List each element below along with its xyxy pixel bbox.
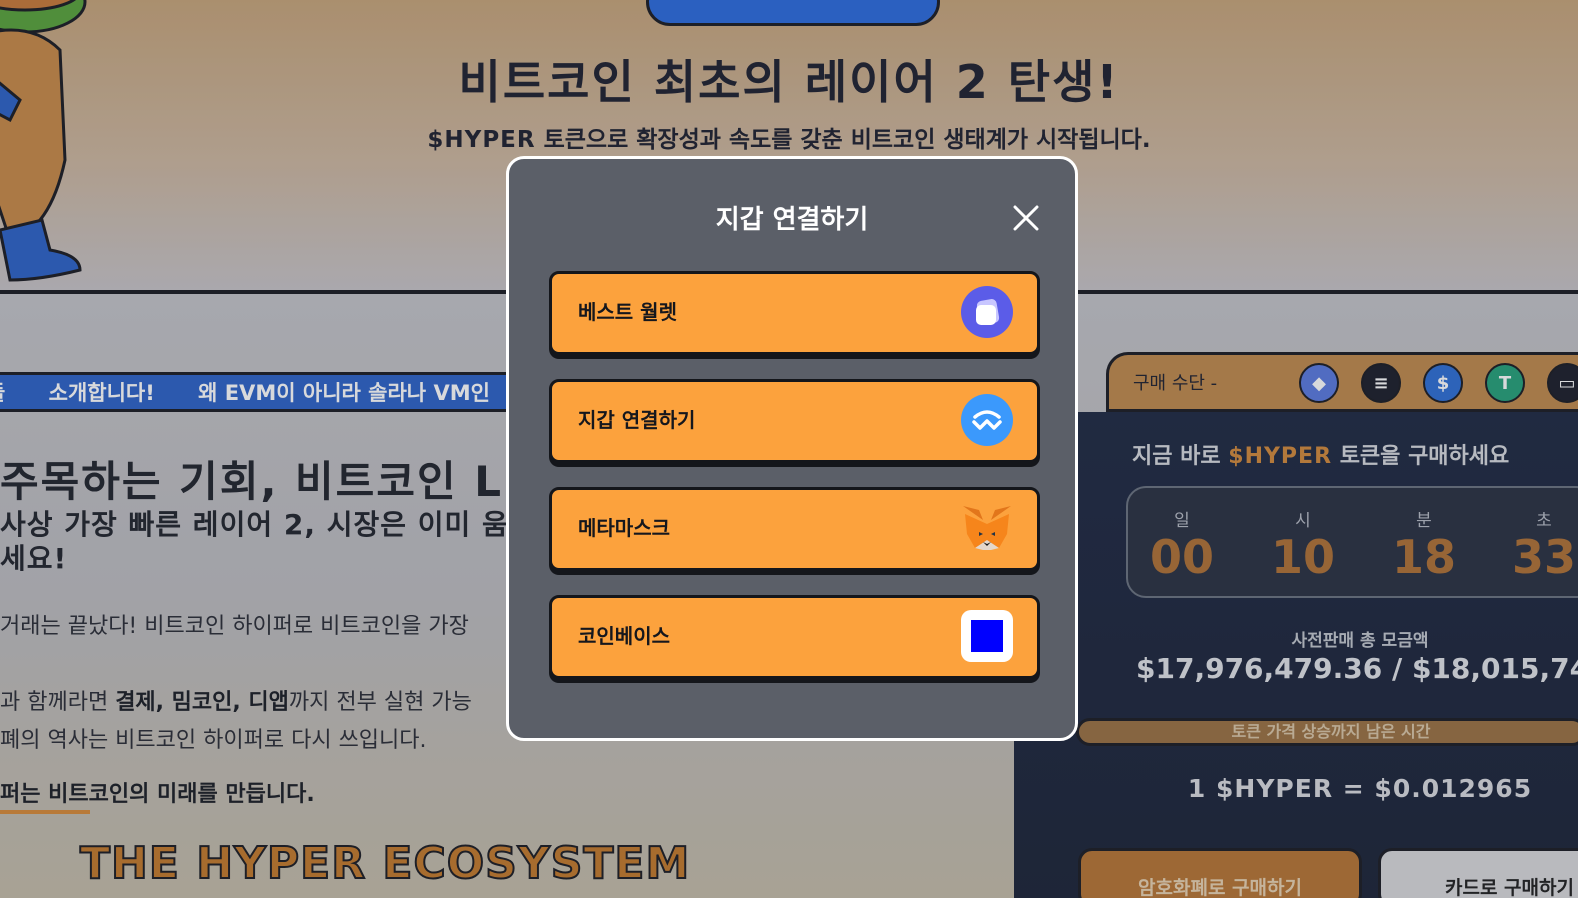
wallet-option-metamask[interactable]: 메타마스크 [549, 487, 1040, 571]
coinbase-square [971, 620, 1003, 652]
metamask-fox-icon [961, 502, 1013, 554]
wallet-option-label: 베스트 월렛 [578, 300, 677, 324]
close-icon[interactable] [1011, 203, 1041, 233]
wallet-option-walletconnect[interactable]: 지갑 연결하기 [549, 379, 1040, 463]
wallet-option-best-wallet[interactable]: 베스트 월렛 [549, 271, 1040, 355]
wallet-option-label: 지갑 연결하기 [578, 408, 696, 432]
walletconnect-icon [961, 394, 1013, 446]
coinbase-icon [961, 610, 1013, 662]
modal-title: 지갑 연결하기 [715, 205, 869, 235]
wallet-option-label: 코인베이스 [578, 624, 670, 648]
connect-wallet-modal: 지갑 연결하기 베스트 월렛 지갑 연결하기 메타마스크 코인베이스 [506, 156, 1078, 741]
wallet-option-label: 메타마스크 [578, 516, 670, 540]
wallet-option-coinbase[interactable]: 코인베이스 [549, 595, 1040, 679]
best-wallet-icon [961, 286, 1013, 338]
